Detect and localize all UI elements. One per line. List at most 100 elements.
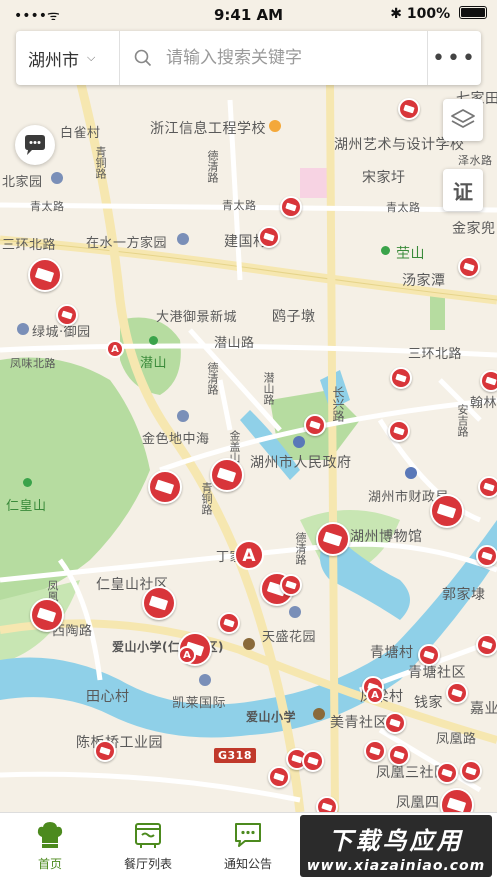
location-a-marker[interactable]: A [178,646,196,664]
camera-marker[interactable] [388,420,410,442]
map-label: 白雀村 [60,126,101,141]
residence-icon [177,410,189,422]
camera-marker[interactable] [304,414,326,436]
camera-marker[interactable] [480,370,497,392]
map-label: 长兴路 [331,386,345,422]
map-label: 德清路 [206,362,219,395]
tab-label: 通知公告 [223,857,272,871]
school-icon [269,120,281,132]
tab-home[interactable]: 首页 [0,813,100,883]
tab-label: 餐厅列表 [123,857,172,871]
map-label: 青塘社区 [408,665,466,681]
battery-icon [459,6,487,19]
layers-button[interactable] [443,99,483,141]
camera-marker[interactable] [458,256,480,278]
camera-marker[interactable] [476,545,497,567]
map-label: 金色地中海 [142,432,210,447]
residence-icon [199,674,211,686]
camera-marker[interactable] [476,634,497,656]
camera-marker[interactable] [478,476,497,498]
camera-marker[interactable] [280,196,302,218]
camera-marker[interactable] [30,598,64,632]
camera-marker[interactable] [388,744,410,766]
map-label: 青铜路 [94,146,107,179]
camera-marker[interactable] [218,612,240,634]
camera-marker[interactable] [390,367,412,389]
map-label: 凤味北路 [10,357,56,370]
residence-icon [289,606,301,618]
camera-marker[interactable] [460,760,482,782]
location-a-marker[interactable]: A [234,540,264,570]
chat-button[interactable] [15,125,55,165]
status-bar: ••••ᯤ 9:41 AM ✱ 100% [0,0,497,30]
map-label: 茔山 [396,246,425,262]
camera-marker[interactable] [148,470,182,504]
city-selector[interactable]: 湖州市 ⌵ [16,31,120,85]
map-label: 泽水路 [458,154,493,167]
camera-marker[interactable] [436,762,458,784]
map-label: 在水一方家园 [86,236,168,251]
status-right: ✱ 100% [390,6,487,22]
map-label: 仁皇山 [6,499,47,514]
map-label: 翰林 [470,396,497,411]
search-icon [134,49,152,67]
message-icon [235,823,261,847]
camera-marker[interactable] [268,766,290,788]
map-label: 青铜路 [200,482,213,515]
map-label: 陈板桥工业园 [76,735,163,751]
map-label: 钱家 [414,695,443,711]
camera-marker[interactable] [302,750,324,772]
search-input[interactable] [166,48,416,68]
map-label: 田心村 [86,689,130,705]
map-label: 凯莱国际 [172,696,227,711]
map-label: 北家园 [2,175,43,190]
camera-marker[interactable] [56,304,78,326]
map-label: 鸥子墩 [272,309,316,325]
map-label: 青太路 [30,200,65,213]
search-bar: 湖州市 ⌵ ••• [16,31,481,85]
camera-marker[interactable] [446,682,468,704]
location-a-marker[interactable]: A [366,686,384,704]
camera-marker[interactable] [384,712,406,734]
watermark: 下载鸟应用 www.xiazainiao.com [300,815,492,877]
highway-shield: G318 [214,748,256,763]
map-label: 凤凰路 [436,732,477,747]
camera-marker[interactable] [316,522,350,556]
residence-icon [17,323,29,335]
camera-marker[interactable] [430,494,464,528]
map-view[interactable]: 白雀村 浙江信息工程学校 湖州艺术与设计学校 七家田 泽水路 北家园 青太路 青… [0,0,497,812]
map-label: 宋家圩 [362,170,406,186]
city-name: 湖州市 [28,50,79,71]
map-label: 潜山路 [214,336,255,351]
camera-marker[interactable] [418,644,440,666]
camera-marker[interactable] [398,98,420,120]
tab-restaurant-list[interactable]: 餐厅列表 [98,813,198,883]
kitchen-icon [135,823,161,848]
tab-notices[interactable]: 通知公告 [198,813,298,883]
camera-marker[interactable] [142,586,176,620]
search-field[interactable] [120,31,427,85]
chef-hat-icon [37,822,63,848]
park-icon [149,336,158,345]
layers-icon [451,109,475,128]
location-a-marker[interactable]: A [106,340,124,358]
park-icon [23,478,32,487]
residence-icon [177,233,189,245]
camera-marker[interactable] [94,740,116,762]
map-label: 潜山路 [262,372,275,405]
camera-marker[interactable] [364,740,386,762]
map-label: 汤家潭 [402,273,446,289]
battery-percent: 100% [406,6,451,22]
map-label: 大港御景新城 [156,310,238,325]
camera-marker[interactable] [258,226,280,248]
camera-marker[interactable] [28,258,62,292]
camera-marker[interactable] [280,574,302,596]
map-label: 青塘村 [370,645,414,661]
more-button[interactable]: ••• [427,31,481,85]
camera-marker[interactable] [316,796,338,812]
government-icon [293,436,305,448]
certificate-button[interactable]: 证 [443,169,483,211]
map-label: 三环北路 [2,238,57,253]
camera-marker[interactable] [210,458,244,492]
map-label: 德清路 [294,532,307,565]
